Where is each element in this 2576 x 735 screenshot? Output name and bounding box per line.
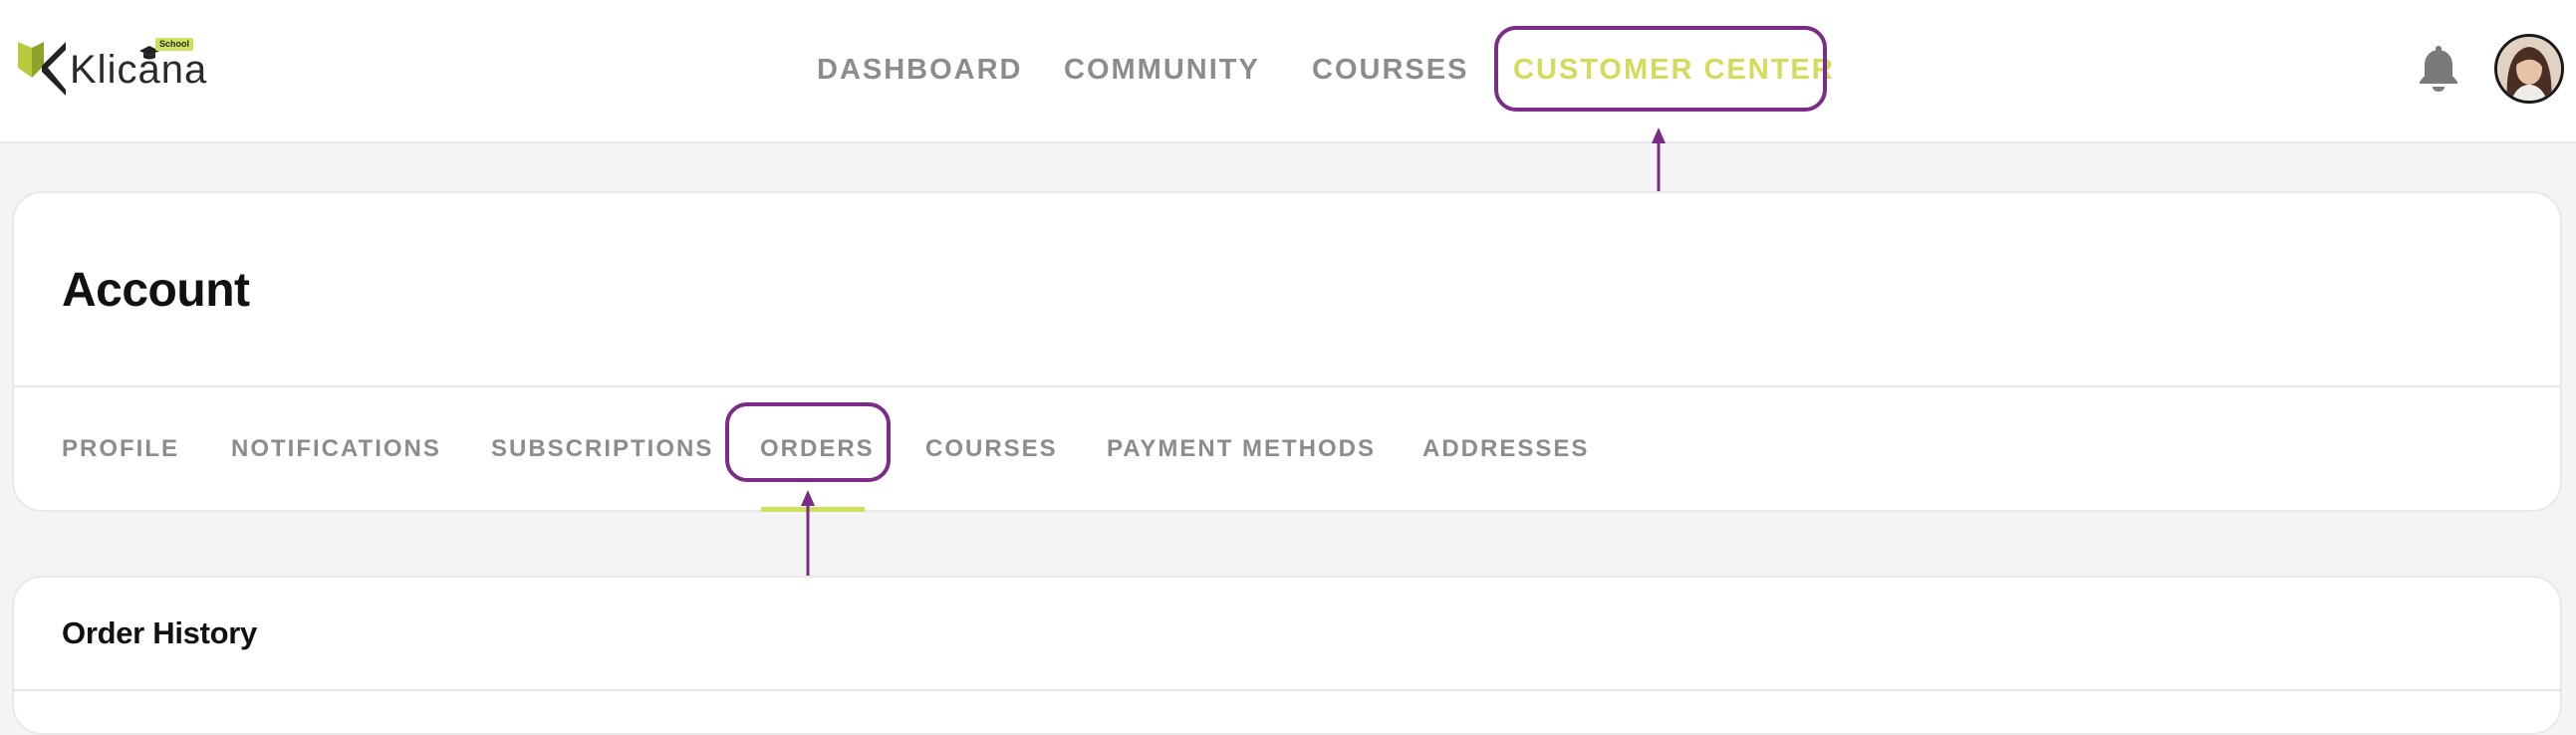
nav-item-community[interactable]: COMMUNITY (1064, 52, 1260, 88)
bell-icon (2420, 46, 2457, 92)
klicana-logo[interactable]: Klicana School (16, 38, 206, 100)
notifications-button[interactable] (2419, 44, 2458, 97)
customer-center-highlight (1494, 26, 1827, 112)
avatar[interactable] (2494, 34, 2564, 104)
tab-courses[interactable]: COURSES (925, 434, 1058, 464)
logo-badge: School (155, 38, 194, 51)
card-divider (14, 689, 2560, 691)
nav-item-dashboard[interactable]: DASHBOARD (817, 52, 1023, 88)
user-photo-icon (2497, 37, 2561, 101)
tab-profile[interactable]: PROFILE (62, 434, 179, 464)
tab-payment-methods[interactable]: PAYMENT METHODS (1107, 434, 1376, 464)
nav-item-courses[interactable]: COURSES (1312, 52, 1468, 88)
tab-addresses[interactable]: ADDRESSES (1422, 434, 1589, 464)
card-divider (14, 385, 2560, 387)
tab-notifications[interactable]: NOTIFICATIONS (231, 434, 441, 464)
account-card: Account PROFILE NOTIFICATIONS SUBSCRIPTI… (12, 191, 2562, 512)
orders-tab-highlight (725, 402, 891, 482)
logo-mark-icon (18, 42, 66, 96)
top-navigation-bar: Klicana School DASHBOARD COMMUNITY COURS… (0, 0, 2576, 143)
section-title: Order History (62, 615, 257, 650)
page-title: Account (62, 264, 250, 317)
tab-subscriptions[interactable]: SUBSCRIPTIONS (491, 434, 713, 464)
order-history-card: Order History (12, 576, 2562, 735)
